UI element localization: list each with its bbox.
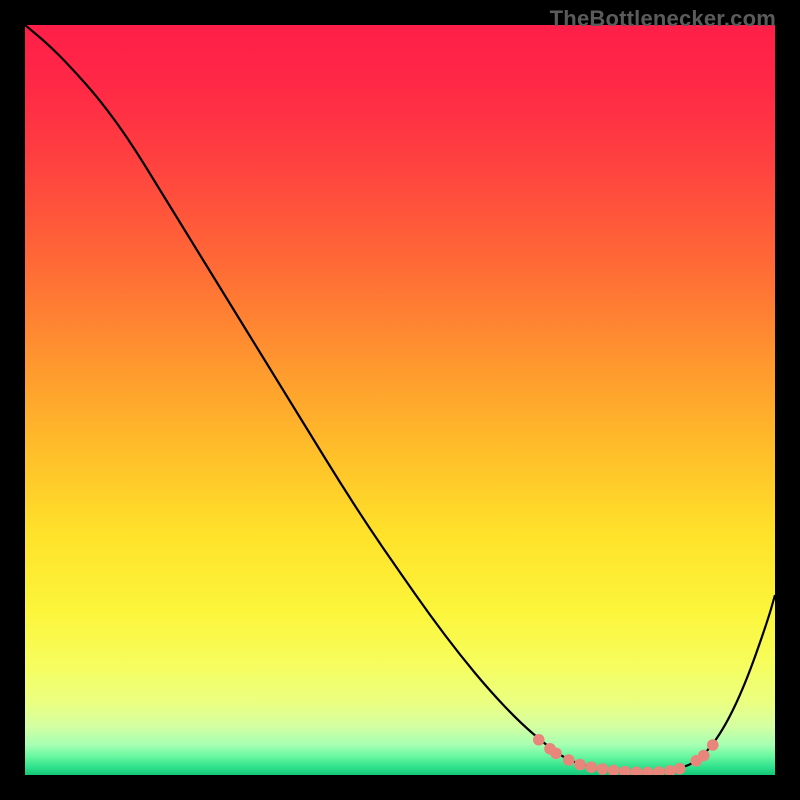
- plot-svg: [25, 25, 775, 775]
- gradient-background: [25, 25, 775, 775]
- chart-frame: TheBottlenecker.com: [0, 0, 800, 800]
- marker-dot: [674, 763, 686, 775]
- plot-area: [25, 25, 775, 775]
- marker-dot: [597, 763, 609, 775]
- marker-dot: [698, 750, 710, 762]
- marker-dot: [533, 734, 545, 746]
- marker-dot: [563, 754, 575, 766]
- marker-dot: [585, 761, 597, 773]
- watermark-text: TheBottlenecker.com: [550, 6, 776, 32]
- marker-dot: [550, 747, 562, 759]
- marker-dot: [707, 739, 719, 751]
- marker-dot: [574, 759, 586, 771]
